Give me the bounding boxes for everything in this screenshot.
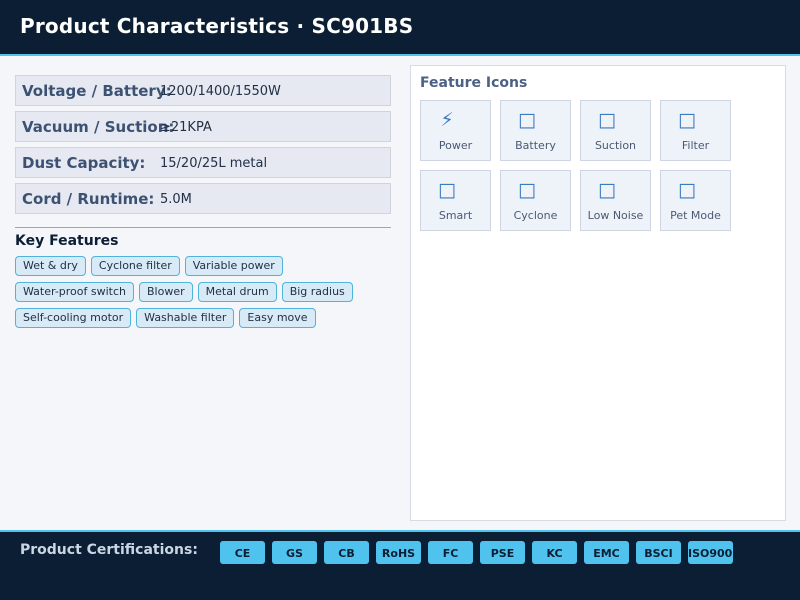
tag-row: Wet & dry Cyclone filter Variable power bbox=[15, 256, 391, 276]
feature-card-battery: □ Battery bbox=[500, 100, 571, 161]
feature-icons-panel: Feature Icons ⚡ Power □ Battery □ Suctio… bbox=[410, 65, 786, 521]
spec-value: 1200/1400/1550W bbox=[160, 84, 281, 99]
spec-label: Dust Capacity: bbox=[22, 154, 146, 172]
tag-row: Self-cooling motor Washable filter Easy … bbox=[15, 308, 391, 328]
feature-tag: Variable power bbox=[184, 256, 283, 276]
spec-row-cord: Cord / Runtime: 5.0M bbox=[15, 183, 391, 214]
spec-label: Cord / Runtime: bbox=[22, 190, 155, 208]
feature-tag: Water-proof switch bbox=[15, 282, 134, 302]
cert-badge-ce: CE bbox=[220, 541, 265, 564]
feature-label: Pet Mode bbox=[670, 209, 721, 222]
spec-value: 5.0M bbox=[160, 192, 192, 207]
cert-badge-fc: FC bbox=[428, 541, 473, 564]
feature-card-power: ⚡ Power bbox=[420, 100, 491, 161]
key-features-title: Key Features bbox=[15, 233, 119, 249]
feature-tag: Blower bbox=[139, 282, 193, 302]
feature-tag: Cyclone filter bbox=[90, 256, 180, 276]
spec-row-voltage: Voltage / Battery: 1200/1400/1550W bbox=[15, 75, 391, 106]
tag-row: Water-proof switch Blower Metal drum Big… bbox=[15, 282, 391, 302]
certification-badges: CE GS CB RoHS FC PSE KC EMC BSCI ISO9001 bbox=[220, 541, 733, 564]
cert-badge-gs: GS bbox=[272, 541, 317, 564]
spec-list: Voltage / Battery: 1200/1400/1550W Vacuu… bbox=[15, 75, 391, 219]
feature-label: Power bbox=[438, 139, 473, 152]
suction-icon: □ bbox=[598, 109, 616, 131]
feature-card-pet-mode: □ Pet Mode bbox=[660, 170, 731, 231]
spec-label: Vacuum / Suction: bbox=[22, 118, 175, 136]
lightning-icon: ⚡ bbox=[440, 109, 454, 131]
cert-badge-cb: CB bbox=[324, 541, 369, 564]
feature-tag: Metal drum bbox=[197, 282, 277, 302]
feature-card-filter: □ Filter bbox=[660, 100, 731, 161]
cert-badge-kc: KC bbox=[532, 541, 577, 564]
cert-badge-pse: PSE bbox=[480, 541, 525, 564]
feature-tag: Big radius bbox=[281, 282, 353, 302]
spec-row-dust-capacity: Dust Capacity: 15/20/25L metal bbox=[15, 147, 391, 178]
feature-tag: Easy move bbox=[239, 308, 316, 328]
feature-label: Suction bbox=[594, 139, 637, 152]
feature-card-low-noise: □ Low Noise bbox=[580, 170, 651, 231]
cert-badge-rohs: RoHS bbox=[376, 541, 421, 564]
feature-label: Cyclone bbox=[513, 209, 558, 222]
pet-mode-icon: □ bbox=[678, 179, 696, 201]
footer-bar: Product Certifications: CE GS CB RoHS FC… bbox=[0, 530, 800, 600]
page-title: Product Characteristics · SC901BS bbox=[20, 14, 414, 38]
feature-card-smart: □ Smart bbox=[420, 170, 491, 231]
cert-badge-iso9001: ISO9001 bbox=[688, 541, 733, 564]
cert-badge-bsci: BSCI bbox=[636, 541, 681, 564]
smart-icon: □ bbox=[438, 179, 456, 201]
spec-value: 15/20/25L metal bbox=[160, 156, 268, 171]
feature-label: Low Noise bbox=[587, 209, 644, 222]
low-noise-icon: □ bbox=[598, 179, 616, 201]
feature-tag: Washable filter bbox=[136, 308, 235, 328]
feature-tag: Wet & dry bbox=[15, 256, 86, 276]
feature-card-cyclone: □ Cyclone bbox=[500, 170, 571, 231]
spec-label: Voltage / Battery: bbox=[22, 82, 172, 100]
feature-label: Filter bbox=[681, 139, 710, 152]
feature-label: Smart bbox=[438, 209, 473, 222]
feature-label: Battery bbox=[515, 139, 556, 152]
key-features-tags: Wet & dry Cyclone filter Variable power … bbox=[15, 256, 391, 334]
section-divider bbox=[15, 227, 391, 228]
spec-row-vacuum: Vacuum / Suction: ≥21KPA bbox=[15, 111, 391, 142]
feature-icons-title: Feature Icons bbox=[420, 75, 528, 91]
certifications-label: Product Certifications: bbox=[20, 542, 198, 558]
spec-value: ≥21KPA bbox=[160, 120, 212, 135]
cert-badge-emc: EMC bbox=[584, 541, 629, 564]
cyclone-icon: □ bbox=[518, 179, 536, 201]
feature-card-suction: □ Suction bbox=[580, 100, 651, 161]
filter-icon: □ bbox=[678, 109, 696, 131]
feature-tag: Self-cooling motor bbox=[15, 308, 132, 328]
battery-icon: □ bbox=[518, 109, 536, 131]
header-bar: Product Characteristics · SC901BS bbox=[0, 0, 800, 56]
